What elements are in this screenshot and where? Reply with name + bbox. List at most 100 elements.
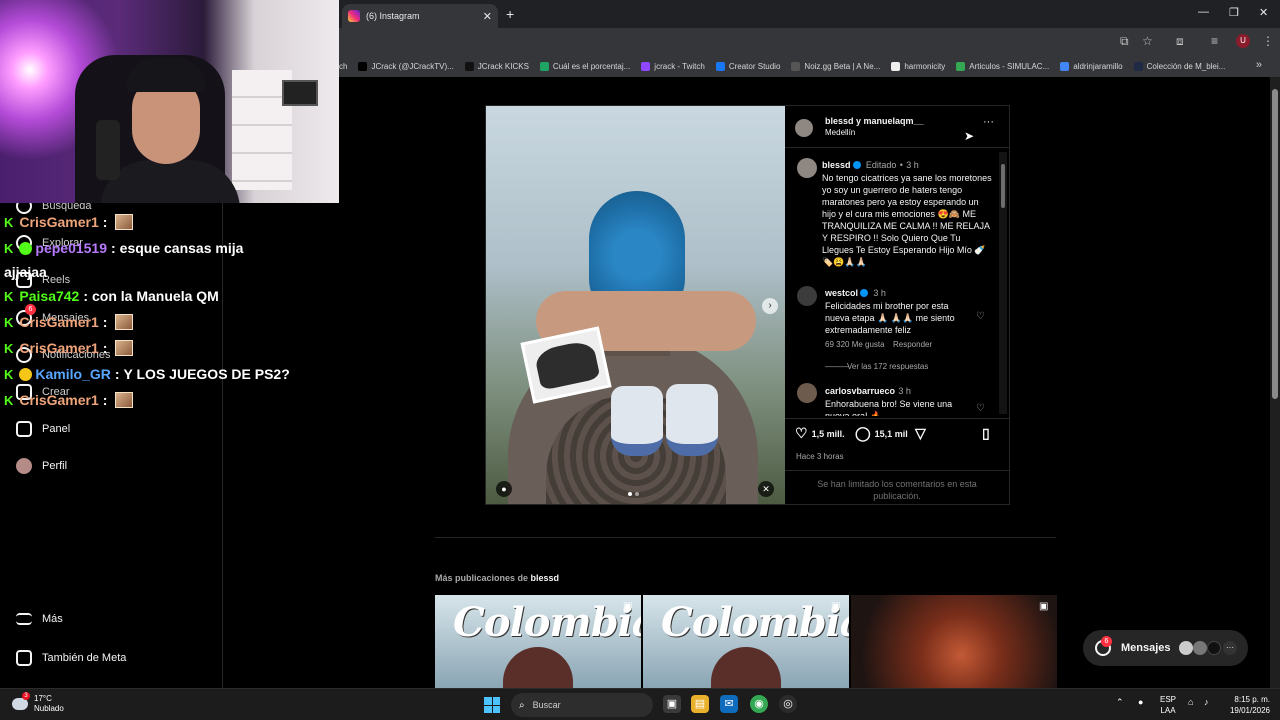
bookmarks-overflow-button[interactable]: » <box>1256 59 1262 71</box>
bookmark-item[interactable]: ch <box>339 62 347 71</box>
comment-username[interactable]: westcol <box>825 288 858 298</box>
network-icon[interactable]: ⌂ <box>1188 697 1193 707</box>
photo-baby-shoe-left <box>611 386 663 456</box>
grid-post[interactable]: Colombia ▣ <box>435 595 641 688</box>
bookmark-item[interactable]: aldrinjaramillo <box>1060 62 1123 71</box>
new-tab-button[interactable]: + <box>506 6 514 22</box>
chat-emote-icon <box>115 340 134 356</box>
volume-icon[interactable]: ♪ <box>1204 697 1209 707</box>
author-avatar[interactable] <box>795 119 813 137</box>
post-photo[interactable]: › ● ✕ <box>486 106 785 504</box>
comment-avatar-westcol[interactable] <box>797 286 817 306</box>
mute-icon[interactable]: ✕ <box>758 481 774 497</box>
chat-emote-icon <box>115 392 134 408</box>
page-scrollbar[interactable] <box>1270 77 1280 688</box>
bookmark-favicon-icon <box>791 62 801 71</box>
tab-close-icon[interactable]: ✕ <box>483 10 492 23</box>
like-count[interactable]: 1,5 mill. <box>812 429 845 439</box>
browser-menu-icon[interactable]: ⋮ <box>1262 34 1274 48</box>
section-divider <box>435 537 1056 538</box>
tab-instagram[interactable]: (6) Instagram ✕ <box>342 4 498 28</box>
bookmark-item[interactable]: Noiz.gg Beta | A Ne... <box>791 62 880 71</box>
taskbar-search[interactable]: ⌕ Buscar <box>511 693 653 717</box>
extensions-icon[interactable]: ⧈ <box>1176 34 1184 49</box>
tray-overflow-icon[interactable]: ⌃ <box>1116 697 1124 708</box>
tagged-user-icon[interactable]: ● <box>496 481 512 497</box>
minimize-button[interactable]: — <box>1198 6 1209 18</box>
bookmark-item[interactable]: harmonicity <box>891 62 945 71</box>
bookmark-item[interactable]: Creator Studio <box>715 62 780 71</box>
mouse-cursor-icon: ➤ <box>964 129 975 143</box>
comment-avatar-carlos[interactable] <box>797 383 817 403</box>
chat-username[interactable]: CrisGamer1 <box>19 314 98 330</box>
install-app-icon[interactable]: ⧉ <box>1120 34 1129 49</box>
close-window-button[interactable]: ✕ <box>1259 6 1268 19</box>
file-explorer-icon[interactable]: ▤ <box>691 695 709 713</box>
nav-also-from-meta[interactable]: También de Meta <box>16 650 126 666</box>
comment-time[interactable]: 3 h <box>873 288 886 298</box>
comment-reply-button[interactable]: Responder <box>893 340 932 349</box>
bookmark-item[interactable]: JCrack KICKS <box>464 62 529 71</box>
grid-post-person-shape <box>711 647 781 688</box>
scrollbar-thumb[interactable] <box>1272 89 1278 399</box>
bookmark-item[interactable]: jcrack - Twitch <box>641 62 705 71</box>
comment-likes[interactable]: 69 320 Me gusta <box>825 340 885 349</box>
chrome-icon[interactable]: ◉ <box>750 695 768 713</box>
clock[interactable]: 8:15 p. m. 19/01/2026 <box>1224 694 1270 716</box>
task-view-icon[interactable]: ▣ <box>663 695 681 713</box>
comment-username[interactable]: carlosvbarrueco <box>825 386 895 396</box>
reel-icon: ▣ <box>623 601 633 612</box>
comment-button[interactable]: ◯ 15,1 mil <box>855 425 908 442</box>
kick-badge-icon: K <box>4 340 14 356</box>
windows-logo-pane <box>484 697 492 705</box>
nav-dashboard[interactable]: Panel <box>16 421 70 437</box>
bookmark-item[interactable]: Articulos - SIMULAC... <box>956 62 1049 71</box>
nav-profile[interactable]: Perfil <box>16 458 67 474</box>
caption-username[interactable]: blessd <box>822 160 851 170</box>
bookmark-item[interactable]: Cuál es el porcentaj... <box>539 62 630 71</box>
post-location[interactable]: Medellín <box>825 128 855 137</box>
caption-avatar[interactable] <box>797 158 817 178</box>
caption-time[interactable]: 3 h <box>906 160 919 170</box>
comment-time[interactable]: 3 h <box>898 386 911 396</box>
nav-more[interactable]: Más <box>16 613 63 625</box>
bookmark-star-icon[interactable]: ☆ <box>1142 34 1153 48</box>
chat-username[interactable]: Paisa742 <box>19 288 79 304</box>
weather-widget[interactable]: 17°C Nublado <box>12 694 64 714</box>
more-posts-user[interactable]: blessd <box>531 573 560 583</box>
bookmark-item[interactable]: Colección de M_blei... <box>1133 62 1225 71</box>
chat-username[interactable]: CrisGamer1 <box>19 392 98 408</box>
profile-avatar[interactable]: U <box>1236 34 1250 48</box>
caption-block: blessd Editado • 3 h No tengo cicatrices… <box>822 157 992 268</box>
language-indicator[interactable]: ESP LAA <box>1160 694 1176 716</box>
bookmark-item[interactable]: JCrack (@JCrackTV)... <box>358 62 454 71</box>
post-time-ago[interactable]: Hace 3 horas <box>796 452 844 461</box>
media-controls-icon[interactable]: ≡ <box>1211 34 1218 48</box>
like-button[interactable]: ♡ 1,5 mill. <box>795 425 845 442</box>
start-button[interactable] <box>484 697 500 713</box>
post-authors[interactable]: blessd y manuelaqm__ <box>825 116 924 126</box>
comments-scroll-thumb[interactable] <box>1001 164 1005 208</box>
caption-text: No tengo cicatrices ya sane los moretone… <box>822 173 992 267</box>
share-button[interactable]: ▽ <box>915 425 930 442</box>
chat-username[interactable]: Kamilo_GR <box>35 366 110 382</box>
obs-icon[interactable]: ◎ <box>779 695 797 713</box>
comment-like-icon[interactable]: ♡ <box>976 311 985 322</box>
chat-username[interactable]: CrisGamer1 <box>19 214 98 230</box>
grid-post[interactable]: ▣ <box>851 595 1057 688</box>
messages-badge: 6 <box>1101 636 1112 647</box>
reel-icon: ▣ <box>831 601 841 612</box>
more-options-icon[interactable]: ··· <box>983 116 994 128</box>
outlook-icon[interactable]: ✉ <box>720 695 738 713</box>
grid-post[interactable]: Colombia ▣ <box>643 595 849 688</box>
webcam-monitor-shape <box>282 80 318 106</box>
save-button[interactable]: ▯ <box>982 425 994 442</box>
carousel-next-icon[interactable]: › <box>762 298 778 314</box>
comment-like-icon[interactable]: ♡ <box>976 403 985 414</box>
maximize-button[interactable]: ❐ <box>1229 6 1239 19</box>
microphone-icon[interactable]: ● <box>1138 697 1143 707</box>
chat-username[interactable]: CrisGamer1 <box>19 340 98 356</box>
comments-scrollbar[interactable] <box>999 152 1007 414</box>
view-replies-button[interactable]: Ver las 172 respuestas <box>847 362 928 371</box>
chat-username[interactable]: pepe01519 <box>35 240 107 256</box>
